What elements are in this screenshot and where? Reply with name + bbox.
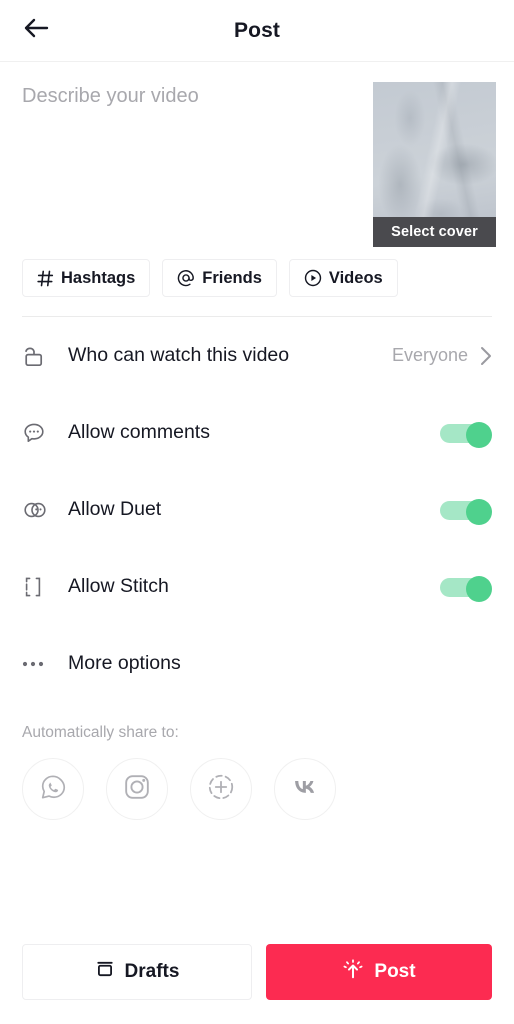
toggle-allow-comments[interactable]: [440, 421, 492, 448]
auto-share-title: Automatically share to:: [22, 724, 179, 741]
share-vk-button[interactable]: [274, 758, 336, 820]
row-allow-comments[interactable]: Allow comments: [22, 394, 492, 471]
row-more-options-label: More options: [68, 652, 181, 674]
share-whatsapp-button[interactable]: [22, 758, 84, 820]
header-bar: Post: [0, 0, 514, 62]
row-more-options[interactable]: More options: [22, 625, 492, 702]
description-wrap: [22, 82, 373, 252]
row-allow-stitch-label: Allow Stitch: [68, 575, 169, 597]
insert-chips-row: Hashtags Friends Videos: [0, 252, 514, 304]
instagram-icon: [123, 773, 151, 806]
chip-videos-label: Videos: [328, 268, 383, 287]
row-allow-duet-label: Allow Duet: [68, 498, 162, 520]
play-circle-icon: [304, 269, 322, 287]
row-who-can-watch-label: Who can watch this video: [68, 344, 290, 366]
drafts-icon: [95, 959, 115, 985]
toggle-allow-duet[interactable]: [440, 498, 492, 525]
options-list: Who can watch this video Everyone Allow …: [0, 317, 514, 702]
description-input[interactable]: [22, 82, 359, 222]
select-cover-button[interactable]: Select cover: [373, 217, 496, 247]
select-cover-label: Select cover: [391, 224, 478, 240]
unlock-icon: [22, 343, 56, 369]
ellipsis-icon: [22, 660, 56, 668]
toggle-allow-stitch[interactable]: [440, 575, 492, 602]
auto-share-section: Automatically share to:: [0, 724, 514, 820]
whatsapp-icon: [38, 772, 68, 807]
row-who-can-watch[interactable]: Who can watch this video Everyone: [22, 317, 492, 394]
vk-icon: [289, 776, 321, 803]
chevron-right-icon: [480, 346, 492, 366]
stitch-icon: [22, 575, 56, 599]
post-button[interactable]: Post: [266, 944, 492, 1000]
toggle-knob: [466, 421, 492, 448]
toggle-knob: [466, 575, 492, 602]
at-mention-icon: [177, 269, 195, 287]
compose-area: Select cover: [0, 62, 514, 252]
footer-actions: Drafts Post: [0, 944, 514, 1024]
auto-share-icons: [22, 758, 492, 820]
instagram-story-icon: [206, 772, 236, 807]
cover-thumbnail[interactable]: Select cover: [373, 82, 496, 247]
upload-burst-icon: [342, 958, 364, 986]
row-allow-stitch[interactable]: Allow Stitch: [22, 548, 492, 625]
hashtag-icon: [37, 270, 54, 287]
chip-videos[interactable]: Videos: [288, 259, 398, 297]
duet-icon: [22, 499, 56, 521]
arrow-left-icon: [23, 17, 49, 44]
toggle-knob: [466, 498, 492, 525]
drafts-button[interactable]: Drafts: [22, 944, 252, 1000]
back-button[interactable]: [14, 9, 58, 53]
drafts-label: Drafts: [124, 961, 180, 982]
chip-friends[interactable]: Friends: [162, 259, 277, 297]
chip-hashtags[interactable]: Hashtags: [22, 259, 151, 297]
post-label: Post: [374, 961, 416, 982]
share-instagram-story-button[interactable]: [190, 758, 252, 820]
page-title: Post: [234, 18, 280, 42]
comment-bubble-icon: [22, 421, 56, 445]
chip-friends-label: Friends: [202, 268, 262, 287]
row-allow-comments-label: Allow comments: [68, 421, 210, 443]
post-screen: Post Select cover Hashtags: [0, 0, 514, 1024]
share-instagram-button[interactable]: [106, 758, 168, 820]
row-allow-duet[interactable]: Allow Duet: [22, 471, 492, 548]
row-who-can-watch-value: Everyone: [391, 345, 468, 365]
chip-hashtags-label: Hashtags: [61, 268, 136, 287]
